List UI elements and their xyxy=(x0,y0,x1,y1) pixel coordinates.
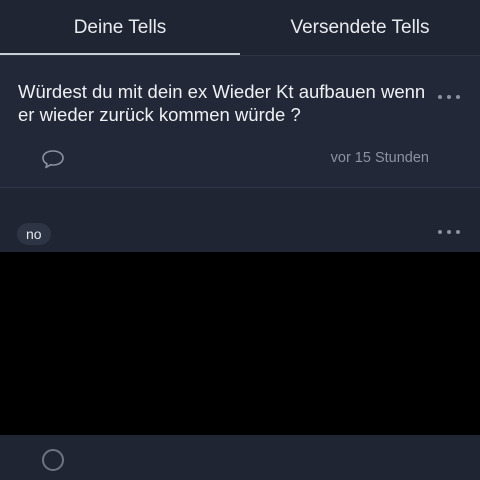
speech-bubble-icon xyxy=(42,150,64,169)
tab-versendete-tells[interactable]: Versendete Tells xyxy=(240,0,480,55)
avatar-icon xyxy=(42,449,64,471)
more-dot xyxy=(456,95,460,99)
active-tab-indicator xyxy=(0,53,240,55)
more-dot xyxy=(456,230,460,234)
reply-image[interactable] xyxy=(0,252,480,435)
more-dot xyxy=(438,230,442,234)
reply-tag: no xyxy=(17,223,51,245)
more-dot xyxy=(447,95,451,99)
next-card-preview xyxy=(0,435,480,480)
tell-timestamp: vor 15 Stunden xyxy=(330,150,429,166)
more-dot xyxy=(438,95,442,99)
tab-bar: Deine Tells Versendete Tells xyxy=(0,0,480,56)
tell-question: Würdest du mit dein ex Wieder Kt aufbaue… xyxy=(18,81,426,125)
more-options-icon[interactable] xyxy=(438,90,464,104)
comment-icon[interactable] xyxy=(40,148,66,170)
app-screen: Deine Tells Versendete Tells Würdest du … xyxy=(0,0,480,480)
more-dot xyxy=(447,230,451,234)
tell-card[interactable]: Würdest du mit dein ex Wieder Kt aufbaue… xyxy=(0,56,480,187)
reply-card[interactable]: no xyxy=(0,188,480,252)
tab-deine-tells[interactable]: Deine Tells xyxy=(0,0,240,55)
more-options-icon[interactable] xyxy=(438,225,464,239)
